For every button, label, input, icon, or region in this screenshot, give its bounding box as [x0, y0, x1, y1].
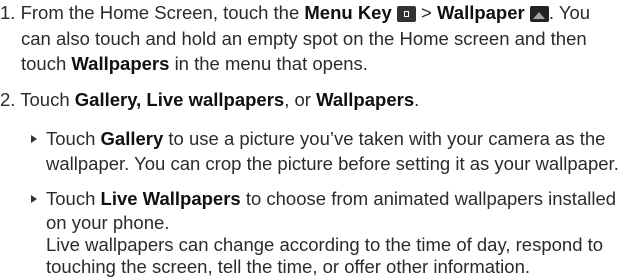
live-wallpapers-label: Live wallpapers	[146, 89, 285, 110]
step-1-line-3: touch Wallpapers in the menu that opens.	[21, 53, 368, 74]
separator: >	[421, 2, 432, 23]
wallpaper-label: Wallpaper	[437, 2, 525, 23]
bullet-2-line-4: touching the screen, tell the time, or o…	[46, 256, 530, 277]
bullet-2-line-2: on your phone.	[46, 212, 170, 233]
wallpaper-icon	[529, 6, 549, 22]
wallpapers-option-label: Wallpapers	[316, 89, 415, 110]
gallery-bold: Gallery	[100, 128, 164, 149]
step-1-number: 1.	[0, 2, 16, 23]
step-1-text-end: . You	[548, 2, 591, 23]
step-2-line: 2. Touch Gallery, Live wallpapers, or Wa…	[0, 89, 420, 110]
menu-key-label: Menu Key	[304, 2, 392, 23]
bullet-1-line-2: wallpaper. You can crop the picture befo…	[46, 153, 619, 174]
bullet-arrow-icon	[31, 135, 37, 143]
bullet-2-line-3: Live wallpapers can change according to …	[46, 234, 604, 255]
live-wallpapers-bold: Live Wallpapers	[100, 188, 241, 209]
bullet-arrow-icon	[31, 195, 37, 203]
step-2-number: 2.	[0, 89, 16, 110]
wallpapers-label: Wallpapers	[71, 53, 170, 74]
step-1-text: From the Home Screen, touch the	[20, 2, 300, 23]
bullet-2-line-1: Touch Live Wallpapers to choose from ani…	[46, 188, 617, 209]
gallery-label: Gallery,	[74, 89, 142, 110]
menu-key-icon	[396, 6, 416, 22]
step-1-line-2: can also touch and hold an empty spot on…	[21, 28, 587, 49]
bullet-1-line-1: Touch Gallery to use a picture you’ve ta…	[46, 128, 606, 149]
step-1-line-1: 1. From the Home Screen, touch the Menu …	[0, 2, 590, 24]
